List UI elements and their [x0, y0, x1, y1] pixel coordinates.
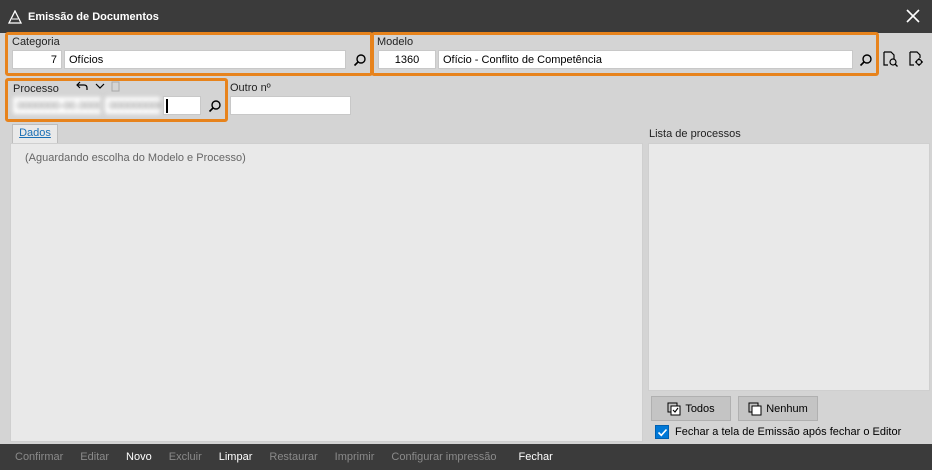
text-cursor [166, 99, 168, 113]
categoria-name-input[interactable]: Ofícios [64, 50, 346, 69]
categoria-label: Categoria [12, 36, 60, 48]
processo-label: Processo [13, 83, 59, 95]
history-dropdown-button[interactable] [92, 78, 108, 94]
info-button[interactable] [108, 78, 122, 94]
modelo-label: Modelo [377, 36, 414, 48]
title-bar: Emissão de Documentos [0, 0, 932, 33]
info-icon [111, 81, 119, 91]
processo-origin-input[interactable]: 0000000000 [104, 96, 161, 115]
nenhum-label: Nenhum [766, 402, 808, 415]
todos-label: Todos [685, 402, 715, 415]
imprimir-button[interactable]: Imprimir [335, 451, 375, 463]
search-icon [208, 100, 221, 113]
dados-panel: (Aguardando escolha do Modelo e Processo… [10, 143, 643, 442]
close-button[interactable] [904, 7, 922, 25]
undo-icon [76, 81, 88, 90]
modelo-code-input[interactable]: 1360 [378, 50, 436, 69]
processo-number-input[interactable]: 0000000-00.0000 [12, 96, 102, 115]
lista-processos-panel[interactable] [648, 143, 930, 391]
search-icon [859, 54, 872, 67]
lista-label: Lista de processos [649, 128, 741, 140]
novo-button[interactable]: Novo [126, 451, 152, 463]
editar-button[interactable]: Editar [80, 451, 109, 463]
restaurar-button[interactable]: Restaurar [269, 451, 317, 463]
document-search-button[interactable] [880, 49, 900, 69]
close-after-editor-checkbox[interactable] [655, 425, 669, 439]
checkmark-icon [657, 428, 667, 436]
outro-label: Outro nº [230, 82, 271, 94]
processo-suffix-input[interactable] [163, 96, 201, 115]
categoria-search-button[interactable] [350, 50, 370, 70]
modelo-name-input[interactable]: Ofício - Conflito de Competência [438, 50, 853, 69]
todos-button[interactable]: Todos [651, 396, 731, 421]
confirmar-button[interactable]: Confirmar [15, 451, 63, 463]
app-logo-icon [8, 9, 22, 24]
search-icon [353, 54, 366, 67]
tab-dados[interactable]: Dados [12, 124, 58, 143]
processo-search-button[interactable] [205, 96, 225, 116]
document-gear-icon [909, 51, 923, 66]
close-after-editor-label[interactable]: Fechar a tela de Emissão após fechar o E… [675, 426, 901, 438]
excluir-button[interactable]: Excluir [169, 451, 202, 463]
action-bar: Confirmar Editar Novo Excluir Limpar Res… [0, 444, 932, 470]
dados-placeholder-message: (Aguardando escolha do Modelo e Processo… [25, 152, 246, 164]
nenhum-button[interactable]: Nenhum [738, 396, 818, 421]
undo-button[interactable] [74, 78, 90, 94]
document-config-button[interactable] [906, 49, 926, 69]
window-title: Emissão de Documentos [28, 10, 159, 23]
outro-input[interactable] [230, 96, 351, 115]
chevron-down-icon [95, 83, 105, 89]
limpar-button[interactable]: Limpar [219, 451, 253, 463]
close-icon [906, 9, 920, 23]
document-search-icon [883, 51, 898, 67]
select-all-icon [667, 402, 681, 415]
fechar-button[interactable]: Fechar [519, 451, 553, 463]
select-none-icon [748, 402, 762, 415]
configurar-impressao-button[interactable]: Configurar impressão [391, 451, 496, 463]
categoria-code-input[interactable]: 7 [12, 50, 62, 69]
modelo-search-button[interactable] [856, 50, 876, 70]
